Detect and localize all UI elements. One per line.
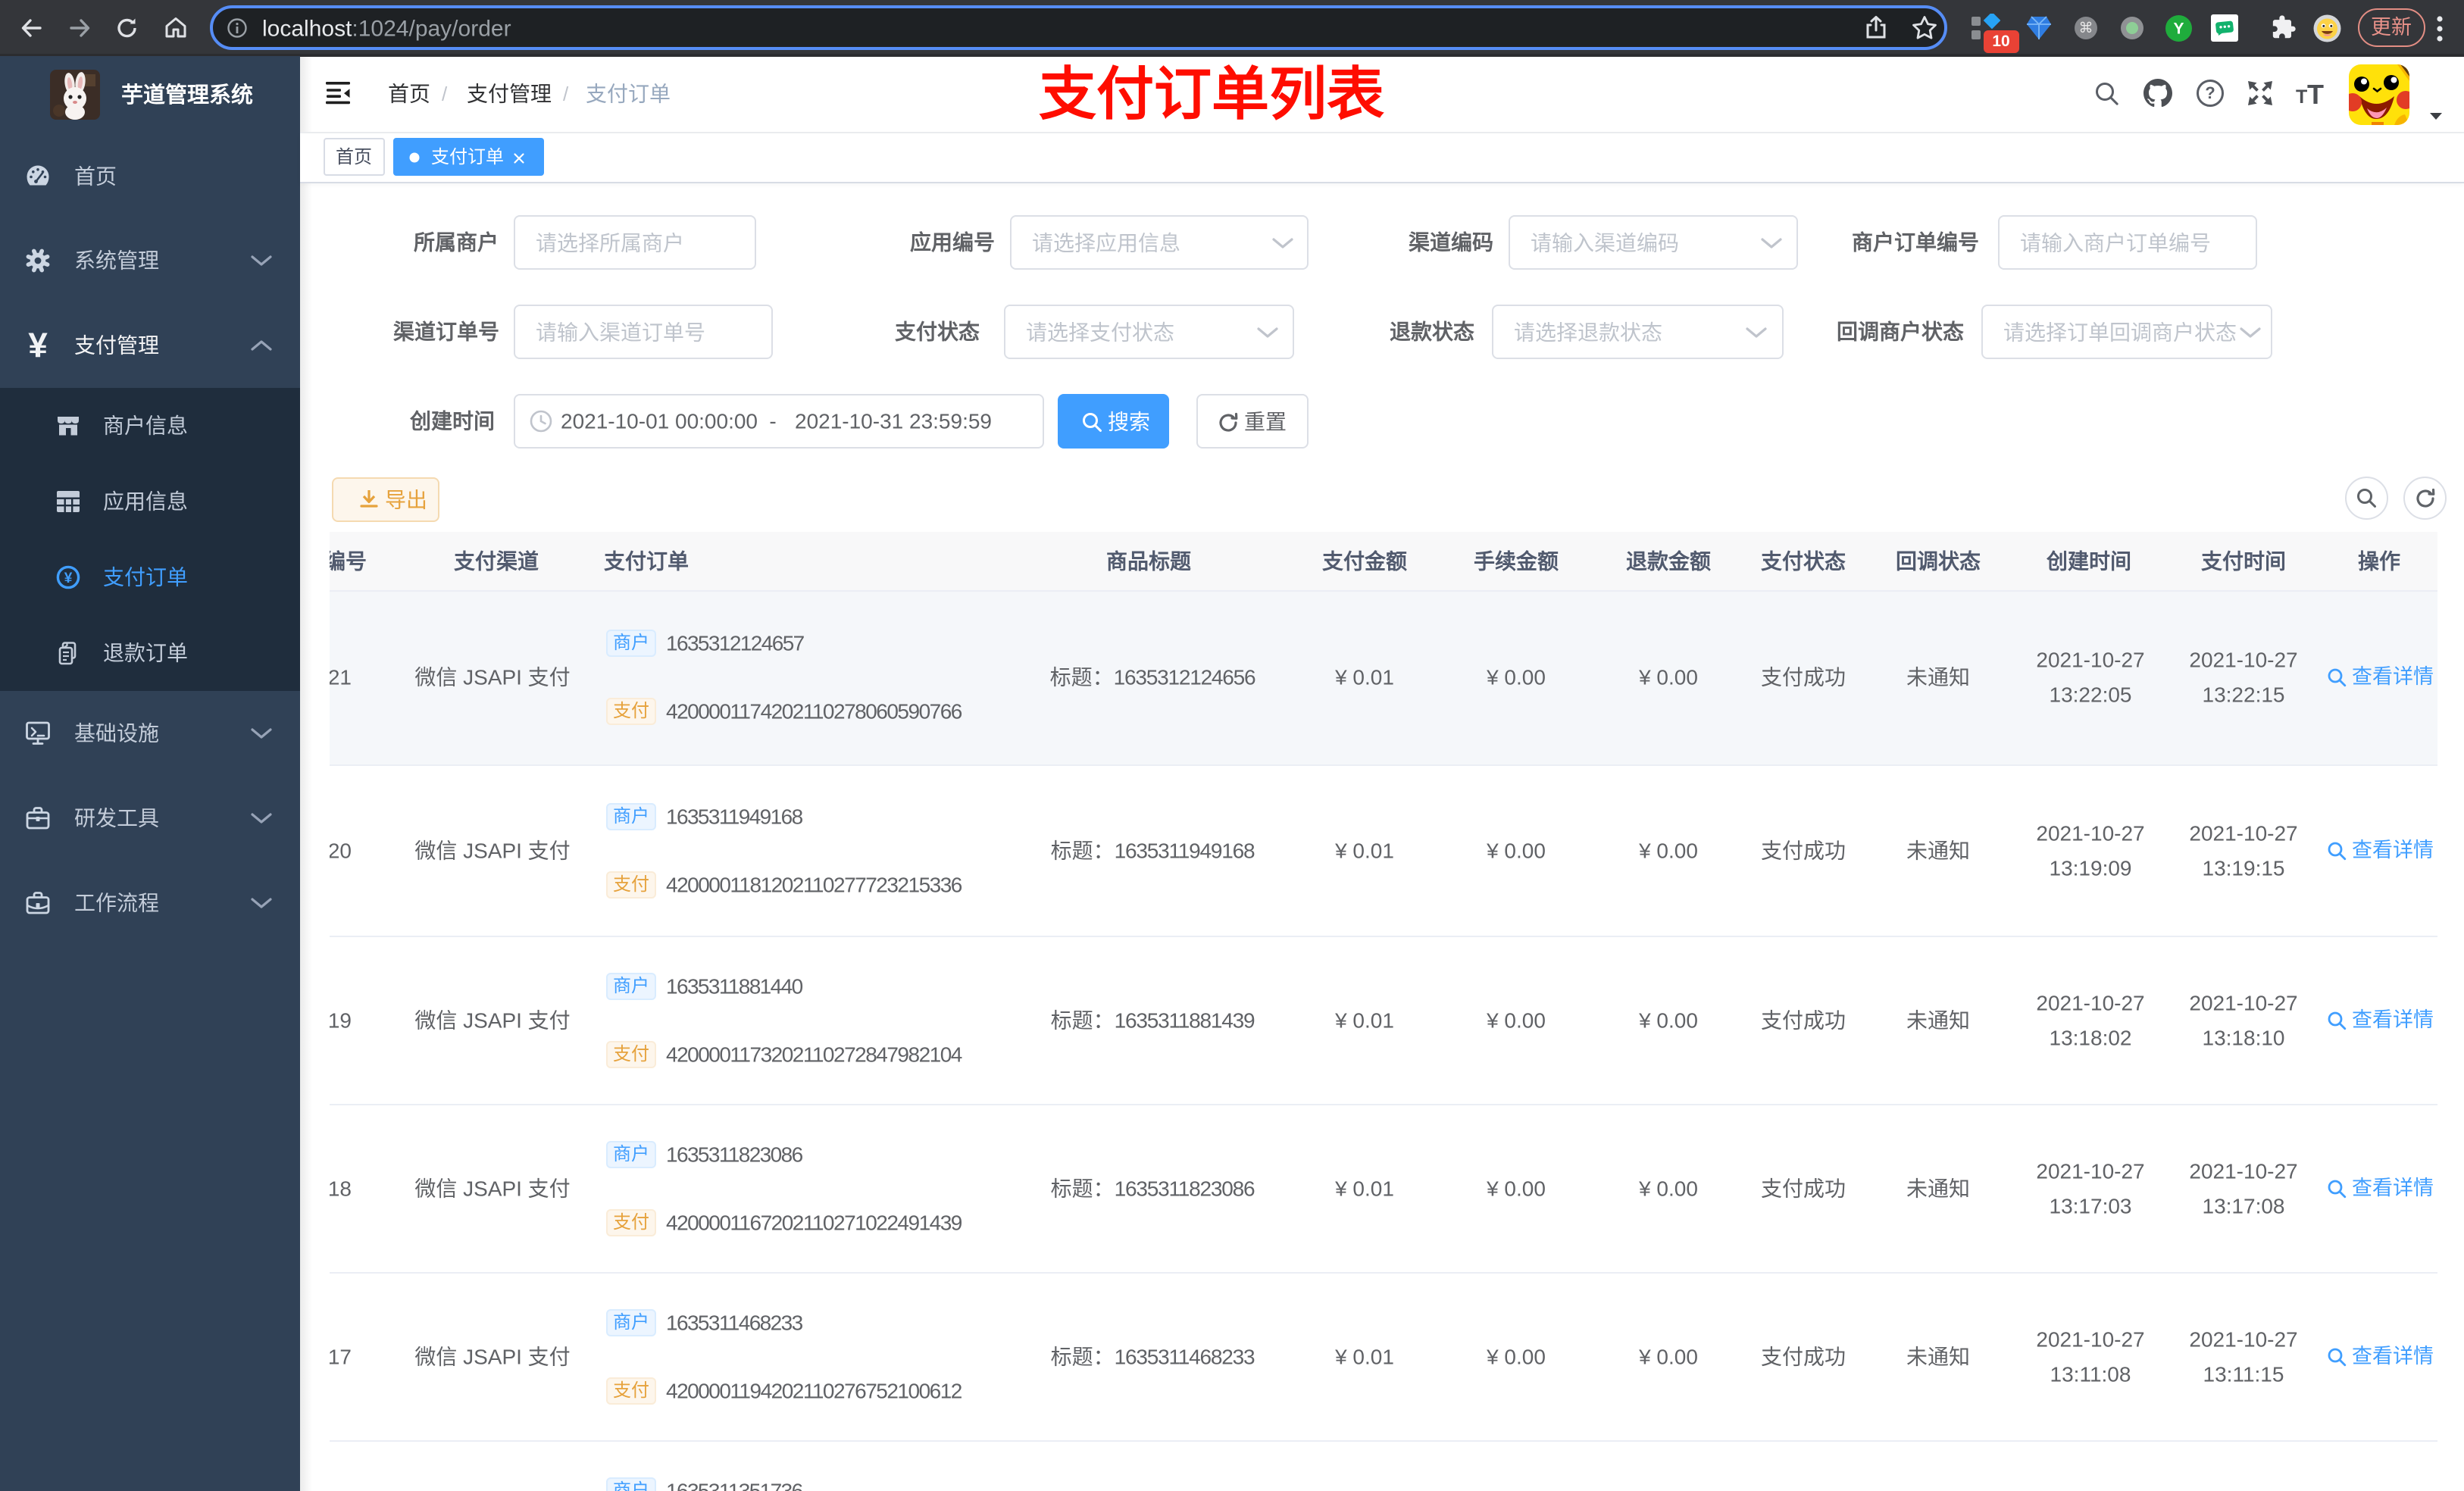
svg-text:⌘: ⌘	[2079, 20, 2093, 36]
svg-text:?: ?	[2205, 83, 2215, 102]
svg-text:T: T	[2307, 80, 2324, 108]
svg-text:Y: Y	[2173, 20, 2184, 38]
svg-text:T: T	[2296, 86, 2307, 108]
svg-text:¥: ¥	[64, 570, 73, 586]
